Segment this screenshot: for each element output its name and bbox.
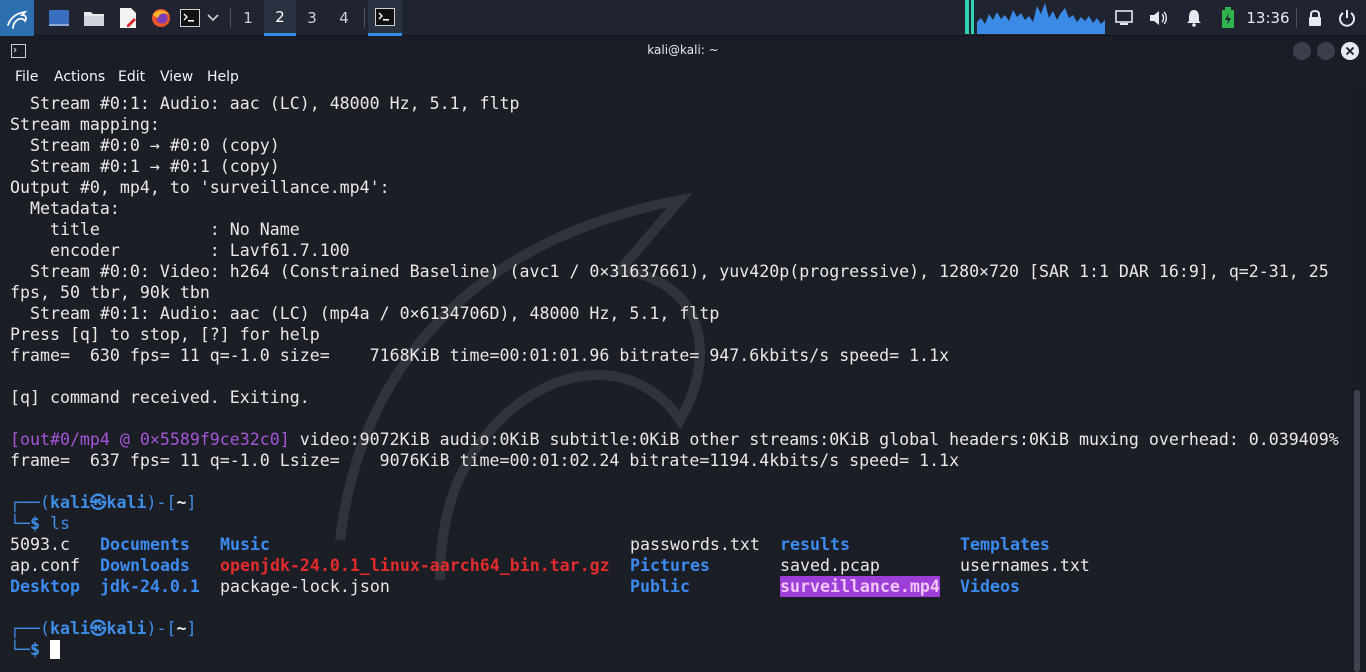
prompt-symbol: $: [29, 640, 40, 659]
ls-entry: openjdk-24.0.1_linux-aarch64_bin.tar.gz: [220, 556, 610, 575]
close-icon: [1345, 46, 1355, 56]
prompt-user: kali㉿kali: [49, 619, 147, 638]
terminal-output[interactable]: Stream #0:1: Audio: aac (LC), 48000 Hz, …: [0, 90, 1352, 672]
prompt-command-line[interactable]: └─$: [10, 639, 60, 660]
ls-entry: Pictures: [630, 556, 710, 575]
panel-separator: [230, 8, 231, 28]
kali-dragon-icon: [7, 10, 28, 29]
output-line: Metadata:: [10, 199, 120, 218]
ls-entry: Music: [220, 535, 270, 554]
menu-actions[interactable]: Actions: [54, 69, 105, 85]
clock[interactable]: 13:36: [1242, 0, 1294, 36]
panel-separator: [364, 8, 365, 28]
output-line: Stream #0:1: Audio: aac (LC), 48000 Hz, …: [10, 94, 520, 113]
muxer-summary: video:9072KiB audio:0KiB subtitle:0KiB o…: [289, 430, 1339, 449]
volume-icon[interactable]: [1147, 0, 1171, 36]
ls-entry: Documents: [100, 535, 190, 554]
output-line: Stream #0:1 → #0:1 (copy): [10, 157, 280, 176]
output-line: Stream #0:0 → #0:0 (copy): [10, 136, 280, 155]
prompt-header: ┌──(kali㉿kali)-[~]: [10, 493, 197, 512]
output-line: frame= 637 fps= 11 q=-1.0 Lsize= 9076KiB…: [10, 451, 960, 470]
workspace-4-button[interactable]: 4: [328, 0, 360, 36]
prompt-dir: ~: [176, 619, 187, 638]
power-icon[interactable]: [1334, 0, 1360, 36]
ls-entry: 5093.c: [10, 535, 70, 554]
text-editor-icon[interactable]: [114, 0, 142, 36]
prompt-header: ┌──(kali㉿kali)-[~]: [10, 619, 197, 638]
show-desktop-icon[interactable]: [45, 0, 73, 36]
display-icon[interactable]: [1112, 0, 1136, 36]
text-cursor: [49, 640, 60, 659]
output-line: Output #0, mp4, to 'surveillance.mp4':: [10, 178, 390, 197]
ls-entry: Templates: [960, 535, 1050, 554]
ls-entry: Videos: [960, 577, 1020, 596]
menu-file[interactable]: File: [15, 69, 38, 85]
output-line: Stream #0:1: Audio: aac (LC) (mp4a / 0×6…: [10, 304, 720, 323]
prompt-command-line: └─$ ls: [10, 514, 70, 533]
ls-entry: surveillance.mp4: [780, 576, 940, 597]
window-titlebar[interactable]: kali@kali: ~: [0, 36, 1366, 66]
output-line: Stream #0:0: Video: h264 (Constrained Ba…: [10, 262, 1329, 281]
workspace-1-button[interactable]: 1: [232, 0, 264, 36]
command-text: ls: [39, 514, 70, 533]
battery-icon[interactable]: [1216, 0, 1240, 36]
lock-screen-icon[interactable]: [1303, 0, 1327, 36]
chevron-down-icon[interactable]: [203, 0, 223, 36]
notifications-icon[interactable]: [1182, 0, 1206, 36]
window-title: kali@kali: ~: [647, 43, 719, 57]
prompt-user: kali㉿kali: [49, 493, 147, 512]
firefox-icon[interactable]: [147, 0, 175, 36]
taskbar-terminal-button[interactable]: [368, 0, 402, 36]
menu-help[interactable]: Help: [207, 69, 239, 85]
output-line: [out#0/mp4 @ 0×5589f9ce32c0] video:9072K…: [10, 429, 1339, 450]
ls-entry: usernames.txt: [960, 556, 1090, 575]
ls-entry: saved.pcap: [780, 556, 880, 575]
ls-entry: results: [780, 535, 850, 554]
output-line: title : No Name: [10, 220, 300, 239]
workspace-2-button[interactable]: 2: [264, 0, 296, 36]
terminal-launcher-icon[interactable]: [179, 0, 201, 36]
maximize-button[interactable]: [1317, 42, 1335, 60]
cpu-graph: [965, 0, 1105, 34]
scrollbar-thumb[interactable]: [1354, 390, 1360, 672]
output-line: encoder : Lavf61.7.100: [10, 241, 350, 260]
ls-entry: Desktop: [10, 577, 80, 596]
output-line: Stream mapping:: [10, 115, 160, 134]
terminal-icon: [375, 7, 395, 26]
prompt-dir: ~: [176, 493, 187, 512]
ls-entry: Public: [630, 577, 690, 596]
output-line: fps, 50 tbr, 90k tbn: [10, 283, 210, 302]
kali-menu-button[interactable]: [0, 0, 34, 36]
file-manager-icon[interactable]: [80, 0, 108, 36]
panel-separator: [1296, 8, 1297, 28]
menu-view[interactable]: View: [160, 69, 193, 85]
output-line: frame= 630 fps= 11 q=-1.0 size= 7168KiB …: [10, 346, 950, 365]
ls-entry: ap.conf: [10, 556, 80, 575]
ls-entry: jdk-24.0.1: [100, 577, 200, 596]
menu-edit[interactable]: Edit: [118, 69, 145, 85]
ls-entry: package-lock.json: [220, 577, 390, 596]
ls-entry: Downloads: [100, 556, 190, 575]
ls-entry: passwords.txt: [630, 535, 760, 554]
close-button[interactable]: [1341, 42, 1359, 60]
prompt-symbol: $: [29, 514, 40, 533]
output-line: [q] command received. Exiting.: [10, 388, 310, 407]
output-line: Press [q] to stop, [?] for help: [10, 325, 320, 344]
menu-bar: File Actions Edit View Help: [0, 66, 1366, 90]
workspace-3-button[interactable]: 3: [296, 0, 328, 36]
minimize-button[interactable]: [1293, 42, 1311, 60]
muxer-tag: [out#0/mp4 @ 0×5589f9ce32c0]: [10, 430, 290, 449]
top-panel: 1 2 3 4 13:36: [0, 0, 1366, 36]
